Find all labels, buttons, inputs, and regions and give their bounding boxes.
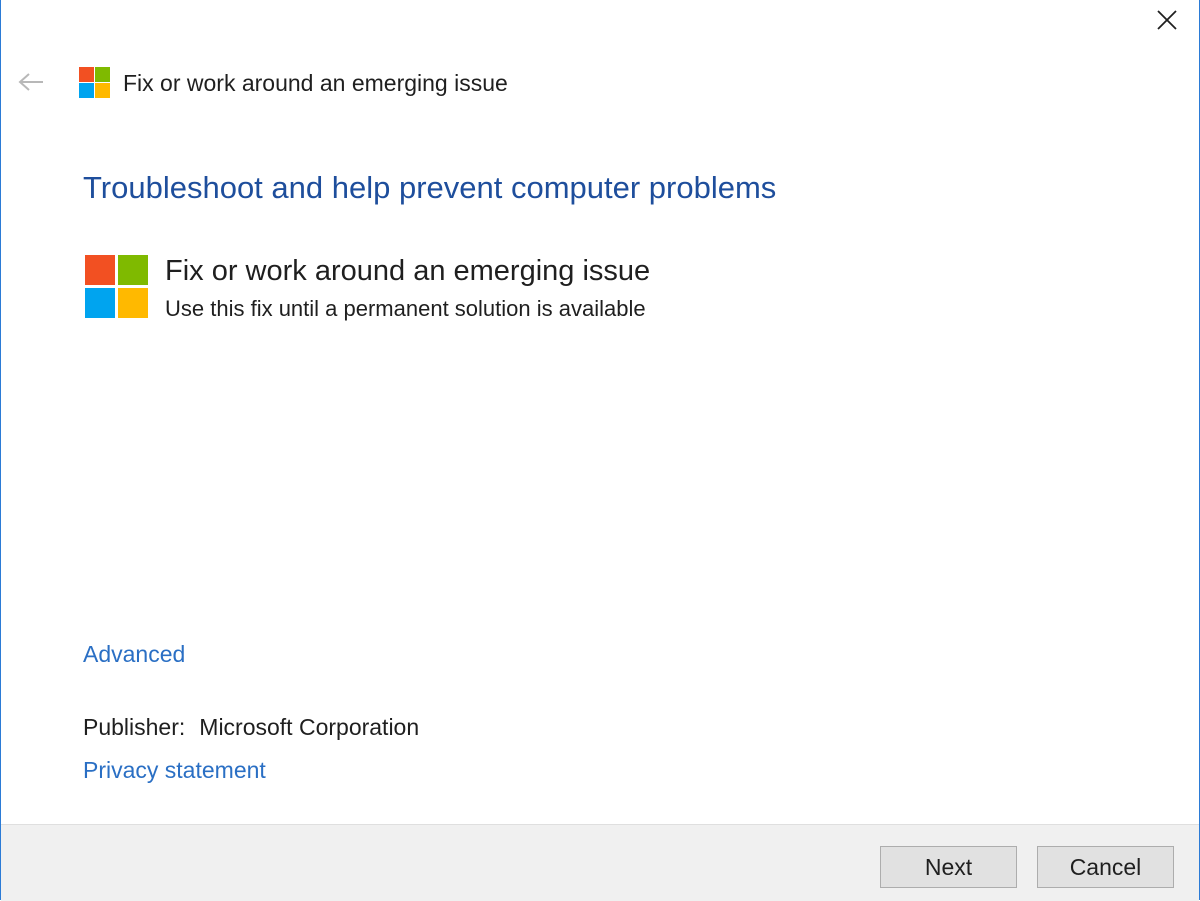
microsoft-logo-icon — [85, 255, 148, 318]
close-button[interactable] — [1147, 4, 1187, 36]
publisher-value: Microsoft Corporation — [199, 714, 420, 740]
advanced-link[interactable]: Advanced — [83, 639, 185, 669]
back-button[interactable] — [13, 66, 49, 98]
dialog-footer: Next Cancel — [1, 824, 1199, 901]
privacy-statement-link[interactable]: Privacy statement — [83, 755, 266, 785]
microsoft-logo-icon — [79, 67, 110, 98]
troubleshooter-window: Fix or work around an emerging issue Tro… — [0, 0, 1200, 901]
troubleshooter-description: Use this fix until a permanent solution … — [165, 296, 646, 321]
publisher-row: Publisher: Microsoft Corporation — [83, 712, 419, 742]
window-title: Fix or work around an emerging issue — [123, 70, 508, 96]
publisher-label: Publisher: — [83, 714, 186, 740]
troubleshooter-title: Fix or work around an emerging issue — [165, 255, 651, 287]
back-arrow-icon — [18, 73, 43, 91]
close-icon — [1157, 10, 1177, 30]
page-heading: Troubleshoot and help prevent computer p… — [83, 170, 777, 205]
next-button[interactable]: Next — [880, 846, 1017, 888]
cancel-button[interactable]: Cancel — [1037, 846, 1174, 888]
